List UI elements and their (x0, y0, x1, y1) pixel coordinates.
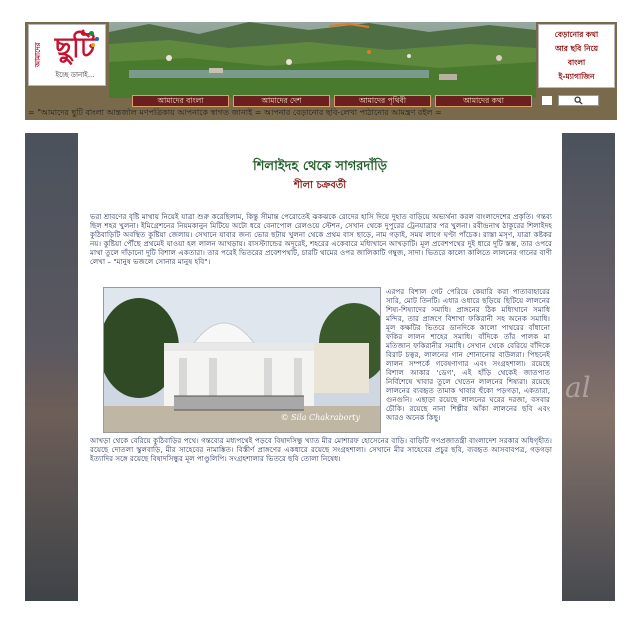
page: আমাদের ছুটি ইচ্ছে ডানাই... বেড়ানোর কথা … (0, 0, 640, 640)
search-icon (574, 96, 583, 105)
tagline-line: ই-ম্যাগাজিন (558, 72, 595, 81)
site-header: আমাদের ছুটি ইচ্ছে ডানাই... বেড়ানোর কথা … (25, 22, 617, 120)
article-paragraph: ভরা শ্রাবণের বৃষ্টি মাথায় নিয়েই যাত্রা… (90, 212, 552, 266)
logo-dot-icon (89, 31, 94, 36)
nav-item-amader-bangla[interactable]: আমাদের বাংলা (132, 95, 229, 107)
article-title: শিলাইদহ থেকে সাগরদাঁড়ি (253, 159, 387, 174)
nav-item-amader-prithibi[interactable]: আমাদের পৃথিবী (334, 95, 431, 107)
photo-credit: © Sila Chakraborty (280, 413, 360, 422)
article-author: শীলা চক্রবর্তী (293, 180, 347, 191)
nav-item-amader-desh[interactable]: আমাদের দেশ (233, 95, 330, 107)
logo-dot-icon (91, 43, 95, 47)
right-side-image: al (562, 133, 615, 601)
tagline-line: আর ছবি নিয়ে (554, 44, 598, 53)
logo-title: ছুটি (54, 31, 96, 64)
header-banner-image (109, 22, 536, 98)
logo-tagline: ইচ্ছে ডানাই... (55, 71, 95, 79)
tagline-line: বেড়ানোর কথা (554, 30, 599, 39)
logo-side-text: আমাদের (34, 42, 42, 68)
header-tagline: বেড়ানোর কথা আর ছবি নিয়ে বাংলা ই-ম্যাগা… (538, 24, 615, 88)
left-side-image (25, 133, 78, 601)
tagline-line: বাংলা (567, 58, 586, 67)
nav-item-amader-katha[interactable]: আমাদের কথা (435, 95, 532, 107)
search-button[interactable] (558, 95, 599, 106)
main-nav: আমাদের বাংলা আমাদের দেশ আমাদের পৃথিবী আম… (132, 95, 532, 107)
article-paragraph: এরপর বিশাল গেট পেরিয়ে কেয়ারি করা পাতাব… (386, 287, 550, 422)
logo-dot-icon (95, 37, 99, 41)
news-ticker: = "আমাদের ছুটি বাংলা আন্তর্জাল মণপত্রিকা… (28, 108, 442, 117)
article-paragraph: আখড়া থেকে বেরিয়ে কুঠিবাড়ির পথে। গন্তব… (90, 436, 552, 463)
site-logo[interactable]: আমাদের ছুটি ইচ্ছে ডানাই... (28, 24, 106, 86)
search-input[interactable] (542, 96, 552, 105)
article-photo: © Sila Chakraborty (103, 287, 381, 433)
